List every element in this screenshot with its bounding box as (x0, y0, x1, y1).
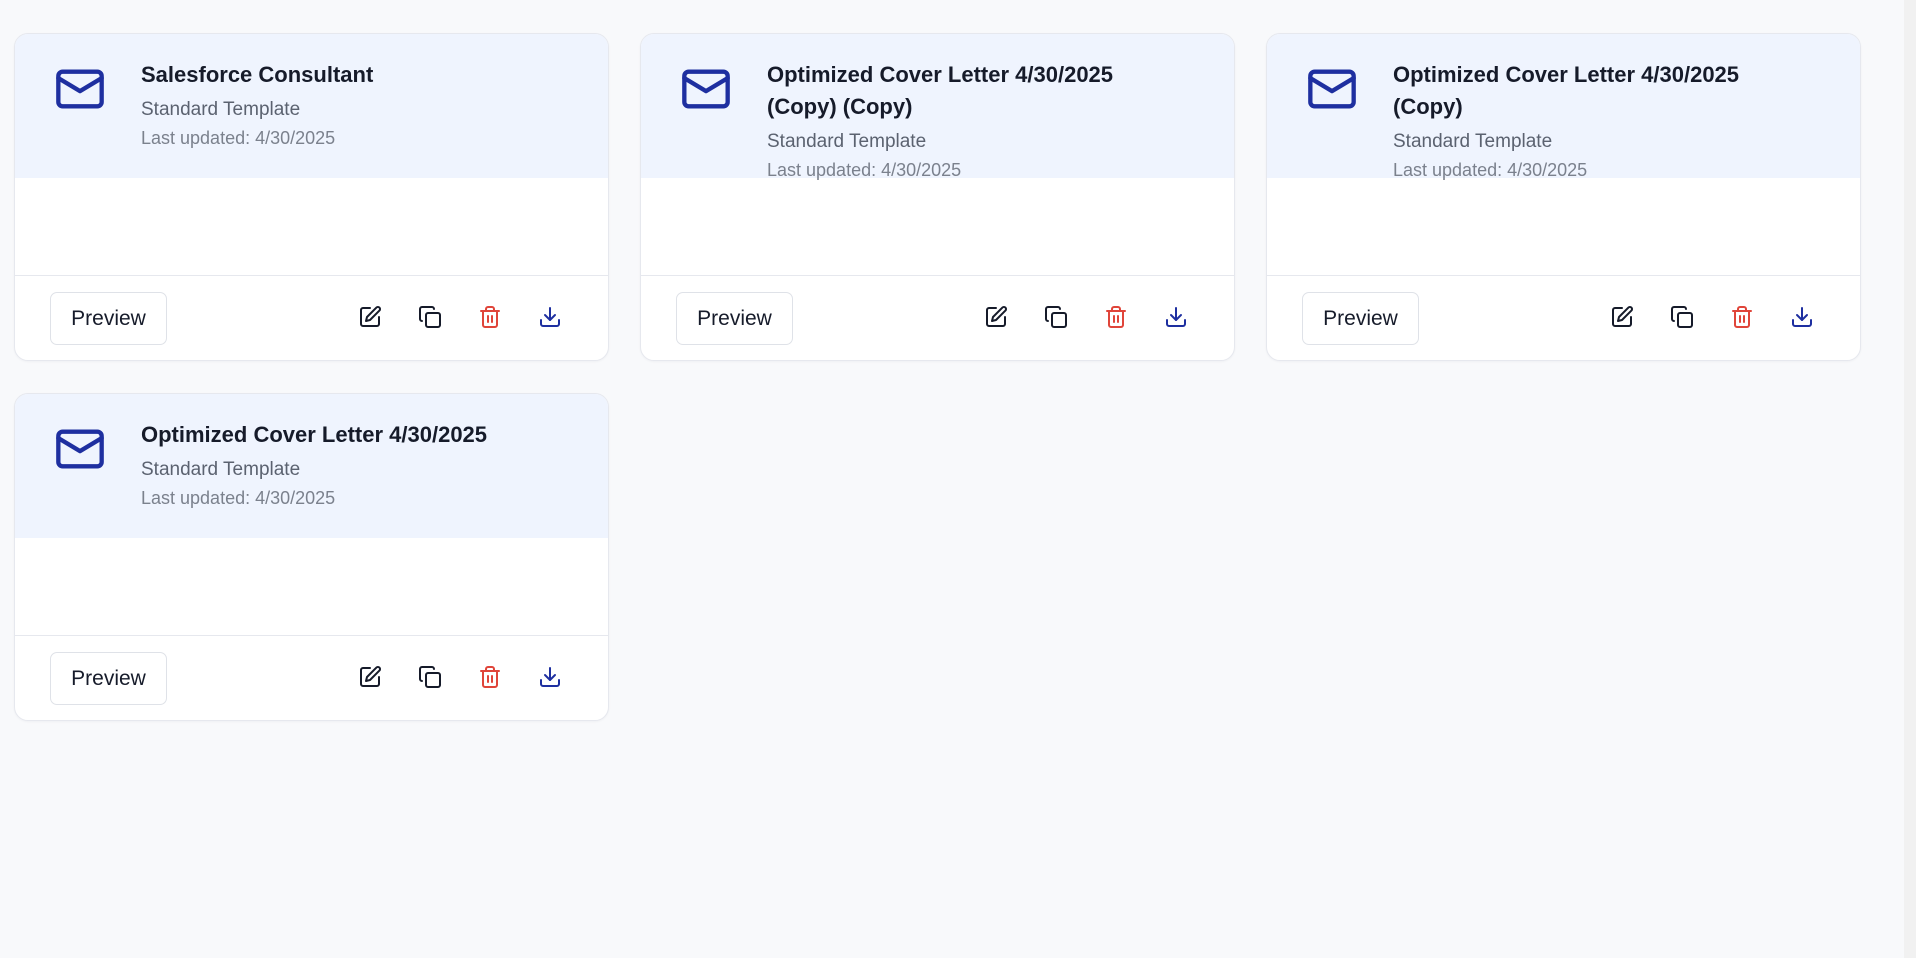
preview-button[interactable]: Preview (676, 292, 793, 345)
edit-icon[interactable] (1607, 302, 1637, 332)
card-updated: Last updated: 4/30/2025 (767, 160, 962, 180)
cover-letter-card: Optimized Cover Letter 4/30/2025 (Copy) … (1266, 33, 1861, 361)
card-title: Optimized Cover Letter 4/30/2025 (Copy) … (1393, 59, 1813, 185)
trash-icon[interactable] (1101, 302, 1131, 332)
card-template: Standard Template (141, 99, 301, 120)
copy-icon[interactable] (415, 302, 445, 332)
preview-button[interactable]: Preview (1302, 292, 1419, 345)
card-template: Standard Template (767, 131, 927, 152)
cover-letter-card: Optimized Cover Letter 4/30/2025 Standar… (14, 393, 609, 721)
cover-letter-list: Salesforce Consultant Standard Template … (0, 0, 1904, 958)
edit-icon[interactable] (981, 302, 1011, 332)
edit-icon[interactable] (355, 662, 385, 692)
copy-icon[interactable] (1041, 302, 1071, 332)
card-template: Standard Template (141, 459, 301, 480)
download-icon[interactable] (1161, 302, 1191, 332)
mail-icon (1303, 63, 1361, 115)
copy-icon[interactable] (1667, 302, 1697, 332)
trash-icon[interactable] (475, 302, 505, 332)
trash-icon[interactable] (1727, 302, 1757, 332)
card-header: Optimized Cover Letter 4/30/2025 (Copy) … (1267, 34, 1860, 180)
card-updated: Last updated: 4/30/2025 (141, 128, 336, 148)
trash-icon[interactable] (475, 662, 505, 692)
mail-icon (677, 63, 735, 115)
card-title: Optimized Cover Letter 4/30/2025 Standar… (141, 419, 561, 513)
copy-icon[interactable] (415, 662, 445, 692)
preview-button[interactable]: Preview (50, 652, 167, 705)
cover-letter-card: Salesforce Consultant Standard Template … (14, 33, 609, 361)
edit-icon[interactable] (355, 302, 385, 332)
card-title-text: Optimized Cover Letter 4/30/2025 (Copy) (1393, 62, 1740, 119)
card-title-text: Salesforce Consultant (141, 62, 374, 87)
card-header: Optimized Cover Letter 4/30/2025 (Copy) … (641, 34, 1234, 180)
card-template: Standard Template (1393, 131, 1553, 152)
vertical-scrollbar[interactable] (1904, 0, 1916, 958)
card-title: Salesforce Consultant Standard Template … (141, 59, 561, 153)
card-header: Salesforce Consultant Standard Template … (15, 34, 608, 178)
card-title-text: Optimized Cover Letter 4/30/2025 (Copy) … (767, 62, 1114, 119)
preview-button[interactable]: Preview (50, 292, 167, 345)
card-header: Optimized Cover Letter 4/30/2025 Standar… (15, 394, 608, 538)
download-icon[interactable] (1787, 302, 1817, 332)
cover-letter-grid: Salesforce Consultant Standard Template … (14, 33, 1861, 721)
card-updated: Last updated: 4/30/2025 (141, 488, 336, 508)
card-footer: Preview (641, 275, 1234, 360)
mail-icon (51, 63, 109, 115)
cover-letter-card: Optimized Cover Letter 4/30/2025 (Copy) … (640, 33, 1235, 361)
download-icon[interactable] (535, 662, 565, 692)
card-title: Optimized Cover Letter 4/30/2025 (Copy) … (767, 59, 1187, 185)
card-title-text: Optimized Cover Letter 4/30/2025 (141, 422, 488, 447)
mail-icon (51, 423, 109, 475)
card-footer: Preview (15, 275, 608, 360)
card-updated: Last updated: 4/30/2025 (1393, 160, 1588, 180)
card-footer: Preview (1267, 275, 1860, 360)
card-footer: Preview (15, 635, 608, 720)
download-icon[interactable] (535, 302, 565, 332)
